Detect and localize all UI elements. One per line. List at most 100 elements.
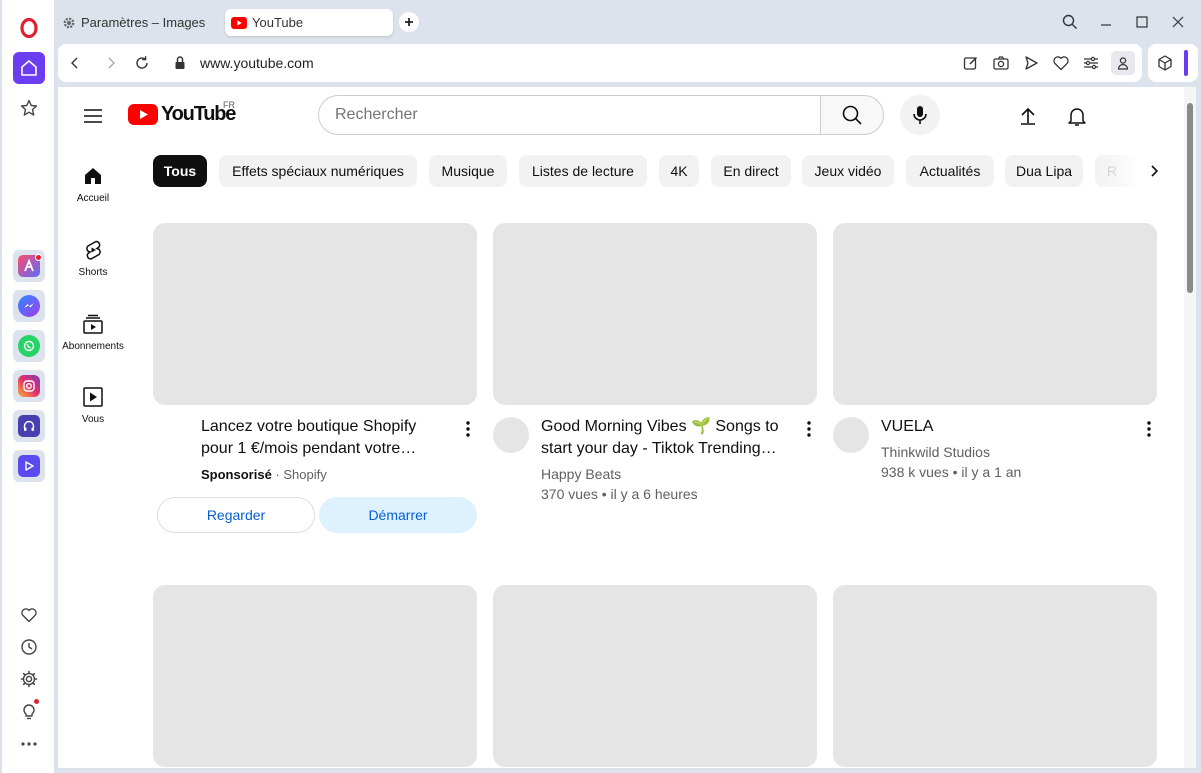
close-icon: [1172, 16, 1184, 28]
forward-button[interactable]: [102, 54, 120, 72]
more-button[interactable]: [13, 728, 45, 760]
tab-search-button[interactable]: [1060, 12, 1080, 32]
lock-icon[interactable]: [171, 54, 189, 72]
url-field[interactable]: www.youtube.com: [200, 55, 314, 71]
music-player-app-button[interactable]: [13, 410, 45, 442]
chip-live[interactable]: En direct: [711, 155, 791, 187]
page-viewport: YouTube FR Accueil Shorts Abonnements Vo…: [58, 87, 1196, 768]
scrollbar-thumb[interactable]: [1187, 103, 1193, 293]
page-scrollbar[interactable]: [1184, 87, 1196, 768]
messenger-icon: [18, 295, 40, 317]
upload-button[interactable]: [1016, 104, 1040, 128]
bookmarks-button[interactable]: [13, 92, 45, 124]
chip-dua-lipa[interactable]: Dua Lipa: [1005, 155, 1083, 187]
ad-meta: Sponsorisé · Shopify: [201, 467, 327, 482]
heart-icon: [1053, 56, 1069, 71]
chip-video-games[interactable]: Jeux vidéo: [802, 155, 894, 187]
tab-settings-images[interactable]: Paramètres – Images: [56, 9, 224, 36]
guide-item-subscriptions[interactable]: Abonnements: [58, 313, 128, 352]
chevron-left-icon: [71, 57, 78, 69]
chevron-right-icon: [1151, 165, 1159, 177]
tips-button[interactable]: [13, 695, 45, 727]
opera-logo-icon[interactable]: [13, 12, 45, 44]
video-title[interactable]: Lancez votre boutique Shopify pour 1 €/m…: [201, 416, 451, 460]
more-dots-icon: [21, 742, 37, 746]
send-button[interactable]: [1022, 54, 1040, 72]
home-icon: [85, 168, 101, 184]
shorts-icon: [86, 240, 101, 260]
chip-vfx[interactable]: Effets spéciaux numériques: [219, 155, 417, 187]
close-window-button[interactable]: [1168, 12, 1188, 32]
star-icon: [20, 99, 38, 116]
video-title[interactable]: VUELA: [881, 416, 1131, 438]
chip-all[interactable]: Tous: [153, 155, 207, 187]
add-to-favorites-button[interactable]: [1052, 54, 1070, 72]
tab-bar: Paramètres – Images YouTube: [54, 0, 1201, 44]
reload-button[interactable]: [133, 54, 151, 72]
country-code: FR: [223, 100, 235, 110]
settings-button[interactable]: [13, 663, 45, 695]
channel-name[interactable]: Happy Beats: [541, 466, 621, 482]
video-thumbnail[interactable]: [153, 223, 477, 405]
messenger-app-button[interactable]: [13, 290, 45, 322]
channel-name[interactable]: Thinkwild Studios: [881, 444, 990, 460]
my-flow-button[interactable]: [13, 599, 45, 631]
guide-item-shorts[interactable]: Shorts: [58, 239, 128, 278]
guide-menu-button[interactable]: [82, 105, 104, 127]
back-button[interactable]: [66, 54, 84, 72]
video-stats: 938 k vues • il y a 1 an: [881, 464, 1022, 480]
tab-youtube[interactable]: YouTube: [225, 9, 393, 36]
new-tab-button[interactable]: [399, 12, 419, 32]
chip-music[interactable]: Musique: [429, 155, 507, 187]
advertiser-name[interactable]: · Shopify: [275, 467, 326, 482]
snapshot-edit-button[interactable]: [962, 54, 980, 72]
instagram-app-button[interactable]: [13, 370, 45, 402]
opera-sidebar: [2, 0, 54, 773]
microphone-icon: [913, 106, 927, 124]
watch-button[interactable]: Regarder: [157, 497, 315, 533]
video-title[interactable]: Good Morning Vibes 🌱 Songs to start your…: [541, 416, 791, 460]
tab-label: Paramètres – Images: [81, 15, 206, 30]
voice-search-button[interactable]: [900, 95, 940, 135]
home-speed-dial-button[interactable]: [13, 52, 45, 84]
notifications-button[interactable]: [1065, 104, 1089, 128]
video-menu-button[interactable]: [799, 419, 819, 439]
profile-button[interactable]: [1111, 51, 1135, 75]
easy-setup-button[interactable]: [1082, 54, 1100, 72]
video-thumbnail[interactable]: [493, 223, 817, 405]
maximize-button[interactable]: [1132, 12, 1152, 32]
video-thumbnail[interactable]: [833, 223, 1157, 405]
start-button[interactable]: Démarrer: [319, 497, 477, 533]
player-app-button[interactable]: [13, 450, 45, 482]
extensions-button[interactable]: [1156, 54, 1174, 72]
gear-icon: [63, 17, 75, 28]
video-thumbnail[interactable]: [493, 585, 817, 767]
search-button[interactable]: [820, 95, 884, 135]
video-thumbnail[interactable]: [833, 585, 1157, 767]
tab-label: YouTube: [252, 15, 304, 30]
video-thumbnail[interactable]: [153, 585, 477, 767]
chip-news[interactable]: Actualités: [906, 155, 994, 187]
whatsapp-app-button[interactable]: [13, 330, 45, 362]
snapshot-button[interactable]: [992, 54, 1010, 72]
search-input[interactable]: [318, 95, 821, 135]
guide-item-you[interactable]: Vous: [58, 386, 128, 425]
chip-playlists[interactable]: Listes de lecture: [519, 155, 647, 187]
sidebar-toggle-indicator[interactable]: [1184, 50, 1188, 76]
minimize-button[interactable]: [1096, 12, 1116, 32]
chip-4k[interactable]: 4K: [659, 155, 699, 187]
home-icon: [21, 60, 37, 76]
camera-icon: [993, 56, 1009, 70]
channel-avatar[interactable]: [493, 417, 529, 453]
notification-dot: [35, 254, 42, 261]
channel-avatar[interactable]: [833, 417, 869, 453]
history-button[interactable]: [13, 631, 45, 663]
user-icon: [1117, 57, 1129, 70]
aria-app-button[interactable]: [13, 250, 45, 282]
youtube-logo[interactable]: YouTube FR: [128, 100, 236, 126]
chips-next-button[interactable]: [1138, 155, 1170, 187]
more-vert-icon: [807, 421, 811, 437]
video-menu-button[interactable]: [1139, 419, 1159, 439]
guide-item-home[interactable]: Accueil: [58, 165, 128, 204]
video-menu-button[interactable]: [458, 419, 478, 439]
